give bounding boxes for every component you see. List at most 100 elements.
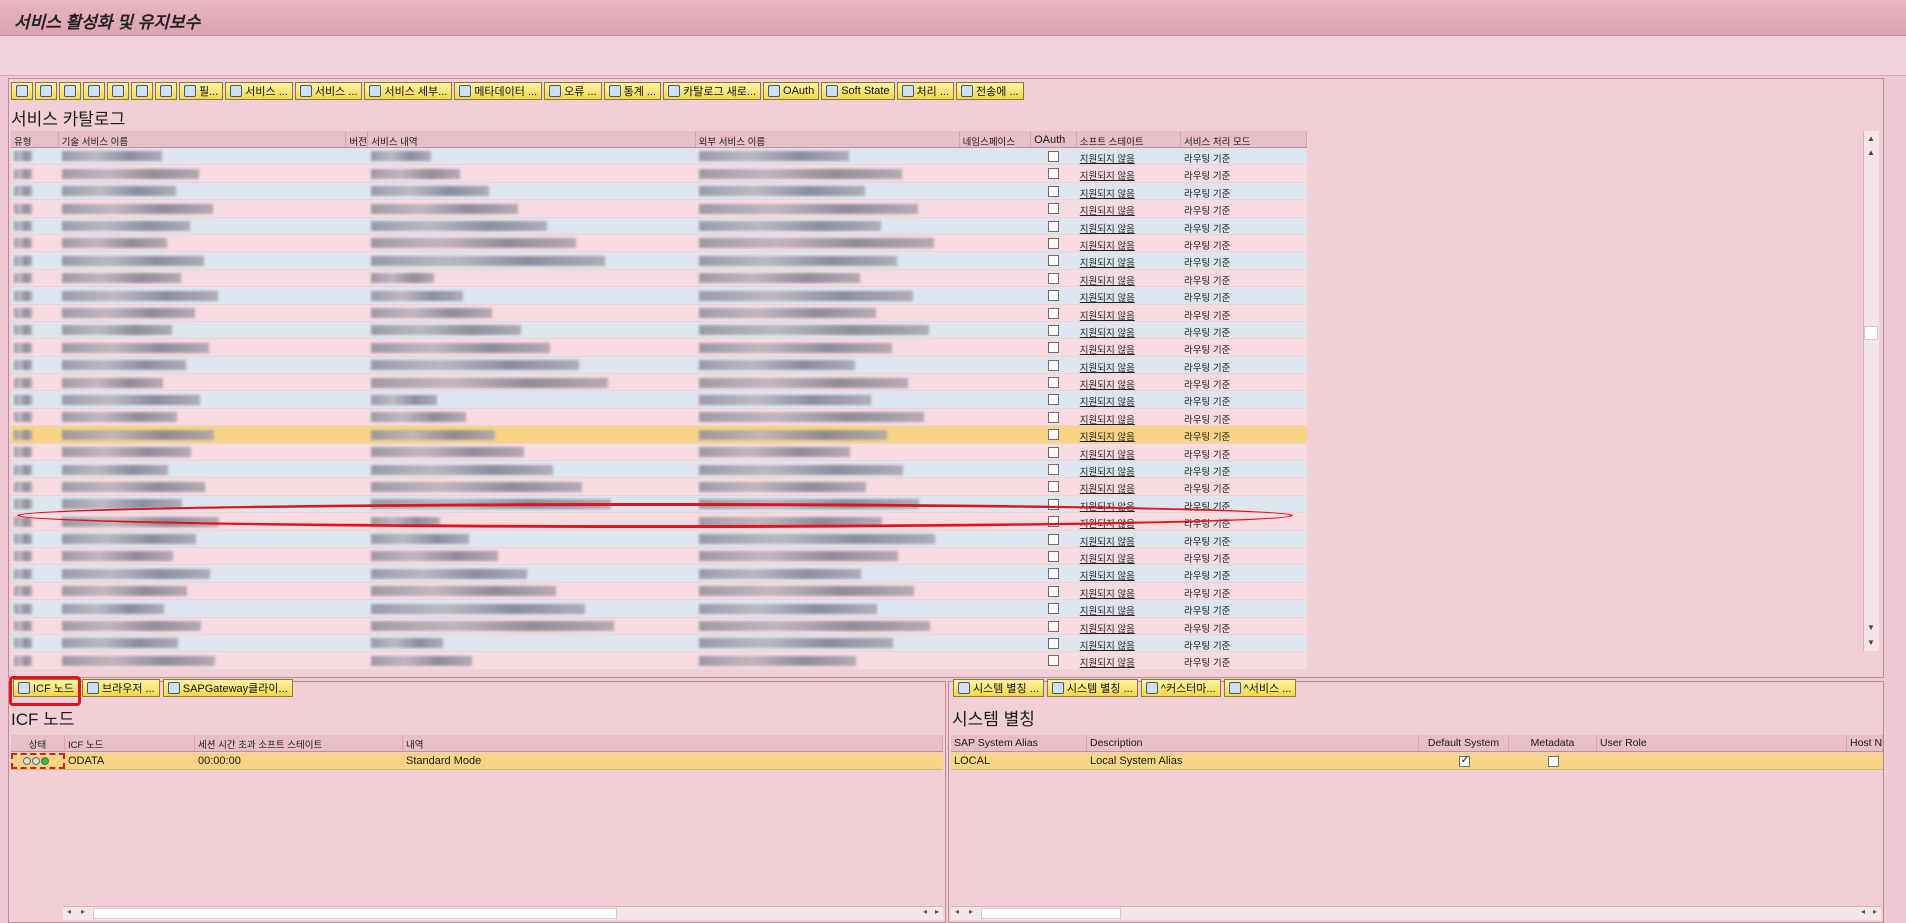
soft-state-link[interactable]: 지원되지 않음 — [1080, 241, 1135, 251]
soft-state-link[interactable]: 지원되지 않음 — [1080, 363, 1135, 373]
table-row[interactable]: 지원되지 않음 라우팅 기준 — [11, 443, 1307, 462]
scroll-left-icon[interactable]: ◂ — [955, 907, 959, 916]
col-tech-name[interactable]: 기술 서비스 이름 — [59, 131, 347, 147]
soft-state-link[interactable]: 지원되지 않음 — [1080, 571, 1135, 581]
soft-state-link[interactable]: 지원되지 않음 — [1080, 641, 1135, 651]
scroll-thumb[interactable] — [93, 908, 617, 919]
oauth-checkbox[interactable] — [1048, 324, 1060, 336]
scroll-down-icon[interactable]: ▼ — [1864, 636, 1878, 650]
soft-state-cell[interactable]: 지원되지 않음 — [1077, 565, 1181, 581]
table-row[interactable]: 지원되지 않음 라우팅 기준 — [11, 287, 1307, 305]
col-external-name[interactable]: 외부 서비스 이름 — [696, 131, 960, 147]
soft-state-cell[interactable]: 지원되지 않음 — [1077, 426, 1181, 442]
col-default-system[interactable]: Default System — [1419, 735, 1509, 751]
oauth-checkbox[interactable] — [1048, 168, 1060, 180]
soft-state-cell[interactable]: 지원되지 않음 — [1077, 496, 1181, 512]
soft-state-link[interactable]: 지원되지 않음 — [1080, 502, 1135, 512]
table-row[interactable]: 지원되지 않음 라우팅 기준 — [11, 252, 1307, 270]
catalog-refresh-button[interactable]: 카탈로그 새로... — [663, 82, 762, 100]
oauth-checkbox[interactable] — [1048, 290, 1060, 302]
scroll-right-icon[interactable]: ▸ — [1873, 907, 1877, 916]
icf-node-button[interactable]: ICF 노드 — [13, 679, 80, 697]
scroll-thumb[interactable] — [981, 908, 1121, 919]
scroll-right-icon[interactable]: ▸ — [935, 907, 939, 916]
oauth-checkbox[interactable] — [1048, 394, 1060, 406]
service-details-button[interactable]: 서비스 세부... — [364, 82, 453, 100]
oauth-checkbox[interactable] — [1048, 255, 1060, 267]
catalog-vertical-scrollbar[interactable]: ▲ ▲ ▼ ▼ — [1863, 131, 1879, 651]
soft-state-cell[interactable]: 지원되지 않음 — [1077, 322, 1181, 338]
soft-state-cell[interactable]: 지원되지 않음 — [1077, 409, 1181, 425]
soft-state-link[interactable]: 지원되지 않음 — [1080, 606, 1135, 616]
table-row[interactable]: 지원되지 않음 라우팅 기준 — [11, 478, 1307, 496]
soft-state-link[interactable]: 지원되지 않음 — [1080, 293, 1135, 303]
soft-state-link[interactable]: 지원되지 않음 — [1080, 537, 1135, 547]
soft-state-link[interactable]: 지원되지 않음 — [1080, 206, 1135, 216]
soft-state-cell[interactable]: 지원되지 않음 — [1077, 600, 1181, 616]
oauth-button[interactable]: OAuth — [763, 82, 820, 100]
table-row[interactable]: 지원되지 않음 라우팅 기준 — [11, 200, 1307, 218]
icf-horizontal-scrollbar[interactable]: ◂ ▸ ◂ ▸ — [63, 906, 943, 920]
soft-state-cell[interactable]: 지원되지 않음 — [1077, 461, 1181, 477]
soft-state-link[interactable]: 지원되지 않음 — [1080, 258, 1135, 268]
delete-alias-button[interactable]: 시스템 별칭 ... — [1046, 679, 1138, 697]
soft-state-cell[interactable]: 지원되지 않음 — [1077, 305, 1181, 321]
soft-state-link[interactable]: 지원되지 않음 — [1080, 224, 1135, 234]
statistics-button[interactable]: 통계 ... — [603, 82, 662, 100]
scroll-left-icon[interactable]: ◂ — [923, 907, 927, 916]
soft-state-cell[interactable]: 지원되지 않음 — [1077, 183, 1181, 199]
scroll-up-icon[interactable]: ▲ — [1864, 146, 1878, 160]
table-row[interactable]: 지원되지 않음 라우팅 기준 — [11, 426, 1307, 444]
soft-state-cell[interactable]: 지원되지 않음 — [1077, 635, 1181, 651]
export-icon-button[interactable] — [131, 82, 153, 100]
table-row[interactable]: 지원되지 않음 라우팅 기준 — [11, 339, 1307, 357]
table-row[interactable]: 지원되지 않음 라우팅 기준 — [11, 321, 1307, 340]
soft-state-cell[interactable]: 지원되지 않음 — [1077, 287, 1181, 303]
service-customizing-button[interactable]: ^서비스 ... — [1223, 679, 1297, 697]
col-processing-mode[interactable]: 서비스 처리 모드 — [1181, 131, 1308, 147]
table-row[interactable]: 지원되지 않음 라우팅 기준 — [11, 269, 1307, 288]
processing-button[interactable]: 처리 ... — [896, 82, 954, 100]
col-soft-state[interactable]: 소프트 스테이트 — [1077, 131, 1181, 147]
soft-state-cell[interactable]: 지원되지 않음 — [1077, 478, 1181, 494]
oauth-checkbox[interactable] — [1048, 533, 1060, 545]
delete-service-button[interactable]: 서비스 ... — [294, 82, 363, 100]
col-icf-node[interactable]: ICF 노드 — [65, 735, 195, 751]
oauth-checkbox[interactable] — [1048, 342, 1060, 354]
table-row[interactable]: 지원되지 않음 라우팅 기준 — [11, 234, 1307, 253]
table-row[interactable]: 지원되지 않음 라우팅 기준 — [11, 304, 1307, 322]
table-row[interactable]: 지원되지 않음 라우팅 기준 — [11, 356, 1307, 375]
oauth-checkbox[interactable] — [1048, 185, 1060, 197]
find-next-icon-button[interactable] — [107, 82, 129, 100]
col-status[interactable]: 상태 — [11, 735, 65, 751]
add-service-button[interactable]: 서비스 ... — [225, 82, 293, 100]
soft-state-link[interactable]: 지원되지 않음 — [1080, 432, 1135, 442]
soft-state-cell[interactable]: 지원되지 않음 — [1077, 444, 1181, 460]
scroll-thumb[interactable] — [1864, 326, 1878, 340]
table-row[interactable]: 지원되지 않음 라우팅 기준 — [11, 530, 1307, 548]
scroll-right-icon[interactable]: ▸ — [969, 907, 973, 916]
soft-state-link[interactable]: 지원되지 않음 — [1080, 415, 1135, 425]
sort-desc-icon-button[interactable] — [59, 82, 81, 100]
oauth-checkbox[interactable] — [1048, 377, 1060, 389]
scroll-left-icon[interactable]: ◂ — [67, 907, 71, 916]
table-row[interactable]: 지원되지 않음 라우팅 기준 — [11, 148, 1307, 166]
soft-state-link[interactable]: 지원되지 않음 — [1080, 624, 1135, 634]
table-row[interactable]: 지원되지 않음 라우팅 기준 — [11, 617, 1307, 635]
oauth-checkbox[interactable] — [1048, 603, 1060, 615]
table-row[interactable]: 지원되지 않음 라우팅 기준 — [11, 182, 1307, 201]
oauth-checkbox[interactable] — [1048, 411, 1060, 423]
col-version[interactable]: 버전 — [346, 131, 369, 147]
zoom-icon-button[interactable] — [11, 82, 33, 100]
soft-state-cell[interactable]: 지원되지 않음 — [1077, 270, 1181, 286]
customizing-button[interactable]: ^커스터마... — [1140, 679, 1221, 697]
soft-state-link[interactable]: 지원되지 않음 — [1080, 467, 1135, 477]
scroll-up-icon[interactable]: ▲ — [1864, 132, 1878, 146]
oauth-checkbox[interactable] — [1048, 446, 1060, 458]
col-user-role[interactable]: User Role — [1597, 735, 1847, 751]
soft-state-cell[interactable]: 지원되지 않음 — [1077, 618, 1181, 634]
soft-state-cell[interactable]: 지원되지 않음 — [1077, 200, 1181, 216]
oauth-checkbox[interactable] — [1048, 237, 1060, 249]
scroll-right-icon[interactable]: ▸ — [81, 907, 85, 916]
oauth-checkbox[interactable] — [1048, 498, 1060, 510]
